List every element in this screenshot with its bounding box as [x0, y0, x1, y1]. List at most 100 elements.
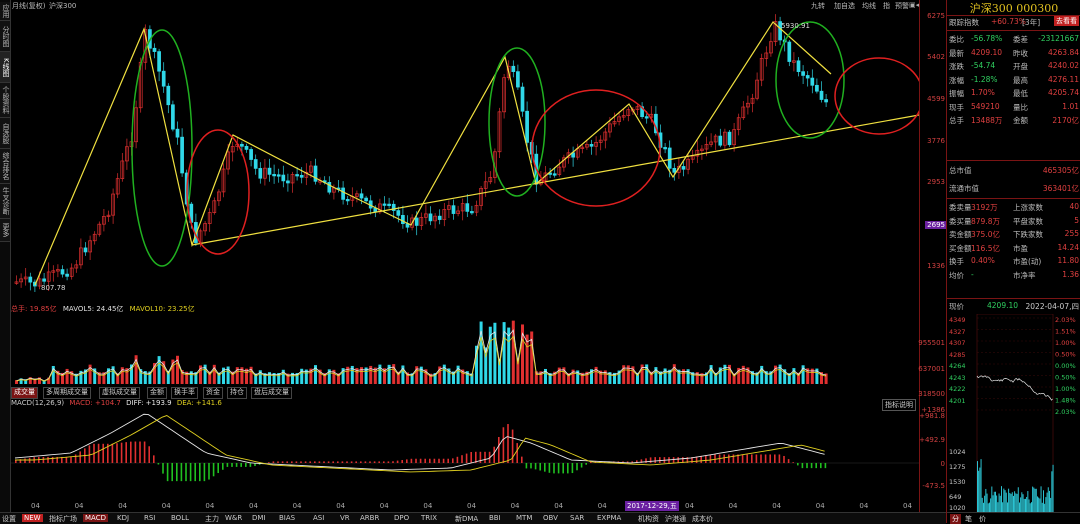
time-tick: 04: [336, 502, 345, 510]
period-label[interactable]: 月线(复权): [12, 1, 45, 11]
mini-volume-bar: [1042, 503, 1043, 512]
macd-bar: [286, 461, 288, 463]
mini-volume-bar: [995, 492, 996, 512]
volume-legend: 总手: 19.85亿 MAVOL5: 24.45亿 MAVOL10: 23.25…: [11, 304, 511, 314]
macd-bar: [323, 461, 325, 463]
left-tab-1[interactable]: 分时图: [0, 21, 10, 52]
mini-left-tick: 4201: [949, 397, 966, 405]
tab-6[interactable]: 持仓: [227, 387, 247, 399]
left-tab-4[interactable]: 自选股: [0, 118, 10, 149]
indicator-tab-20[interactable]: SAR: [570, 514, 584, 522]
macd-bar: [751, 454, 753, 463]
mini-volume-bar: [1017, 494, 1018, 512]
ma-button[interactable]: 均线: [862, 1, 876, 11]
macd-bar: [231, 463, 233, 467]
tab-2[interactable]: 虚拟成交量: [99, 387, 140, 399]
price-tick: 2953: [927, 178, 945, 186]
candle-body: [429, 214, 432, 221]
left-tab-2[interactable]: K线图: [0, 52, 10, 83]
go-see-button[interactable]: 去看看: [1054, 16, 1079, 26]
macd-bar: [723, 454, 725, 463]
macd-bar: [102, 444, 104, 463]
macd-histogram: [15, 424, 826, 481]
macd-bar: [659, 457, 661, 463]
alert-button[interactable]: 预警: [895, 1, 909, 11]
candle-body: [259, 168, 262, 178]
macd-bar: [411, 459, 413, 463]
mini-volume-bar: [993, 495, 994, 512]
indicator-tab-5[interactable]: RSI: [144, 514, 155, 522]
volume-tick: 955501: [918, 339, 945, 347]
indicator-tab-21[interactable]: EXPMA: [597, 514, 621, 522]
volume-tick: 318500: [918, 390, 945, 398]
indicator-tab-12[interactable]: VR: [340, 514, 350, 522]
tab-1[interactable]: 多周期成交量: [43, 387, 91, 399]
indicator-tab-1[interactable]: NEW: [22, 514, 43, 522]
kline-chart[interactable]: 5930.91 807.78: [11, 12, 919, 302]
candle-body: [668, 148, 671, 168]
indicator-tab-14[interactable]: DPO: [394, 514, 409, 522]
volume-chart[interactable]: [11, 314, 919, 386]
tab-5[interactable]: 资金: [203, 387, 223, 399]
indicator-tab-18[interactable]: MTM: [516, 514, 532, 522]
candle-body: [296, 174, 299, 176]
jiuzhuan-button[interactable]: 九转: [811, 1, 825, 11]
indicator-tab-17[interactable]: BBI: [489, 514, 501, 522]
mini-volume-bar: [1020, 497, 1021, 512]
macd-bar: [654, 457, 656, 463]
intraday-price-line: [977, 376, 1053, 400]
macd-name: MACD(12,26,9): [11, 399, 64, 407]
indicator-tab-6[interactable]: BOLL: [171, 514, 189, 522]
intraday-volume: [977, 459, 1054, 512]
tab-0[interactable]: 成交量: [11, 387, 38, 399]
indicator-tab-19[interactable]: OBV: [543, 514, 558, 522]
mini-volume-bar: [1009, 493, 1010, 512]
candle-body: [470, 211, 473, 213]
macd-bar: [406, 459, 408, 463]
macd-bar: [360, 461, 362, 463]
macd-chart[interactable]: [11, 408, 919, 500]
mini-volume-bar: [1005, 490, 1006, 512]
indicator-tab-15[interactable]: TRIX: [421, 514, 437, 522]
macd-tick: 0: [941, 460, 945, 468]
indicator-button[interactable]: 指: [883, 1, 890, 11]
left-tab-3[interactable]: 个股资料: [0, 83, 10, 118]
candle-body: [516, 72, 519, 87]
macd-bar: [291, 461, 293, 463]
time-tick: 04: [162, 502, 171, 510]
tab-3[interactable]: 金额: [147, 387, 167, 399]
mini-left-tick: 4264: [949, 362, 966, 370]
macd-bar: [374, 461, 376, 463]
add-favorite-button[interactable]: 加自选: [834, 1, 855, 11]
candle-body: [521, 87, 524, 111]
tab-4[interactable]: 换手率: [171, 387, 198, 399]
indicator-tab-8[interactable]: W&R: [225, 514, 242, 522]
macd-bar: [493, 447, 495, 463]
indicator-tab-9[interactable]: DMI: [252, 514, 266, 522]
macd-bar: [760, 454, 762, 463]
candle-body: [176, 129, 179, 137]
macd-bar: [365, 461, 367, 463]
indicator-tab-4[interactable]: KDJ: [117, 514, 129, 522]
intraday-mini-chart[interactable]: 4349432743074285426442434222420110241275…: [947, 314, 1080, 512]
macd-bar: [217, 463, 219, 473]
mini-volume-bar: [982, 498, 983, 512]
zigzag-trendline: [35, 22, 831, 285]
macd-bar: [300, 461, 302, 463]
indicator-tab-13[interactable]: ARBR: [360, 514, 379, 522]
tab-7[interactable]: 盘后成交量: [251, 387, 292, 399]
mini-volume-bar: [994, 492, 995, 512]
left-tab-7[interactable]: 更多: [0, 219, 10, 242]
candle-body: [806, 75, 809, 78]
indicator-tab-11[interactable]: ASI: [313, 514, 324, 522]
left-tab-6[interactable]: 牛叉诊断: [0, 184, 10, 219]
macd-bar: [452, 458, 454, 463]
mini-volume-bar: [999, 493, 1000, 512]
macd-bar: [66, 457, 68, 463]
left-tab-5[interactable]: 综合排名: [0, 149, 10, 184]
macd-bar: [401, 460, 403, 463]
indicator-tab-3[interactable]: MACD: [83, 514, 108, 522]
macd-bar: [470, 452, 472, 463]
indicator-tab-10[interactable]: BIAS: [279, 514, 295, 522]
left-tab-0[interactable]: 应用: [0, 2, 10, 21]
